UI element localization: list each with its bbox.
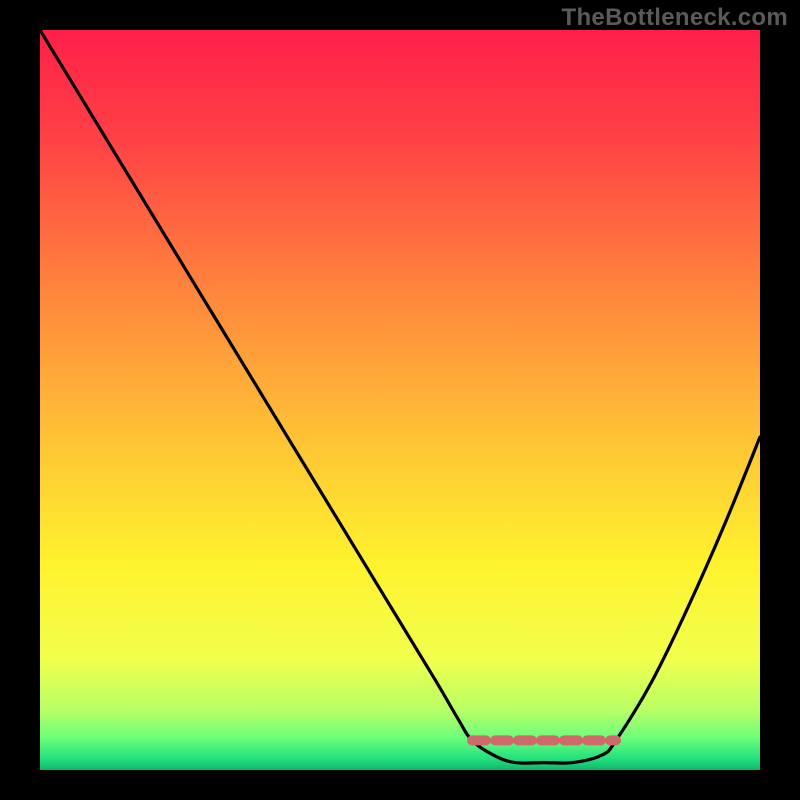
watermark-text: TheBottleneck.com — [562, 4, 788, 32]
chart-frame: TheBottleneck.com — [0, 0, 800, 800]
bottleneck-curve — [40, 30, 760, 763]
plot-area — [40, 30, 760, 770]
curve-layer — [40, 30, 760, 770]
